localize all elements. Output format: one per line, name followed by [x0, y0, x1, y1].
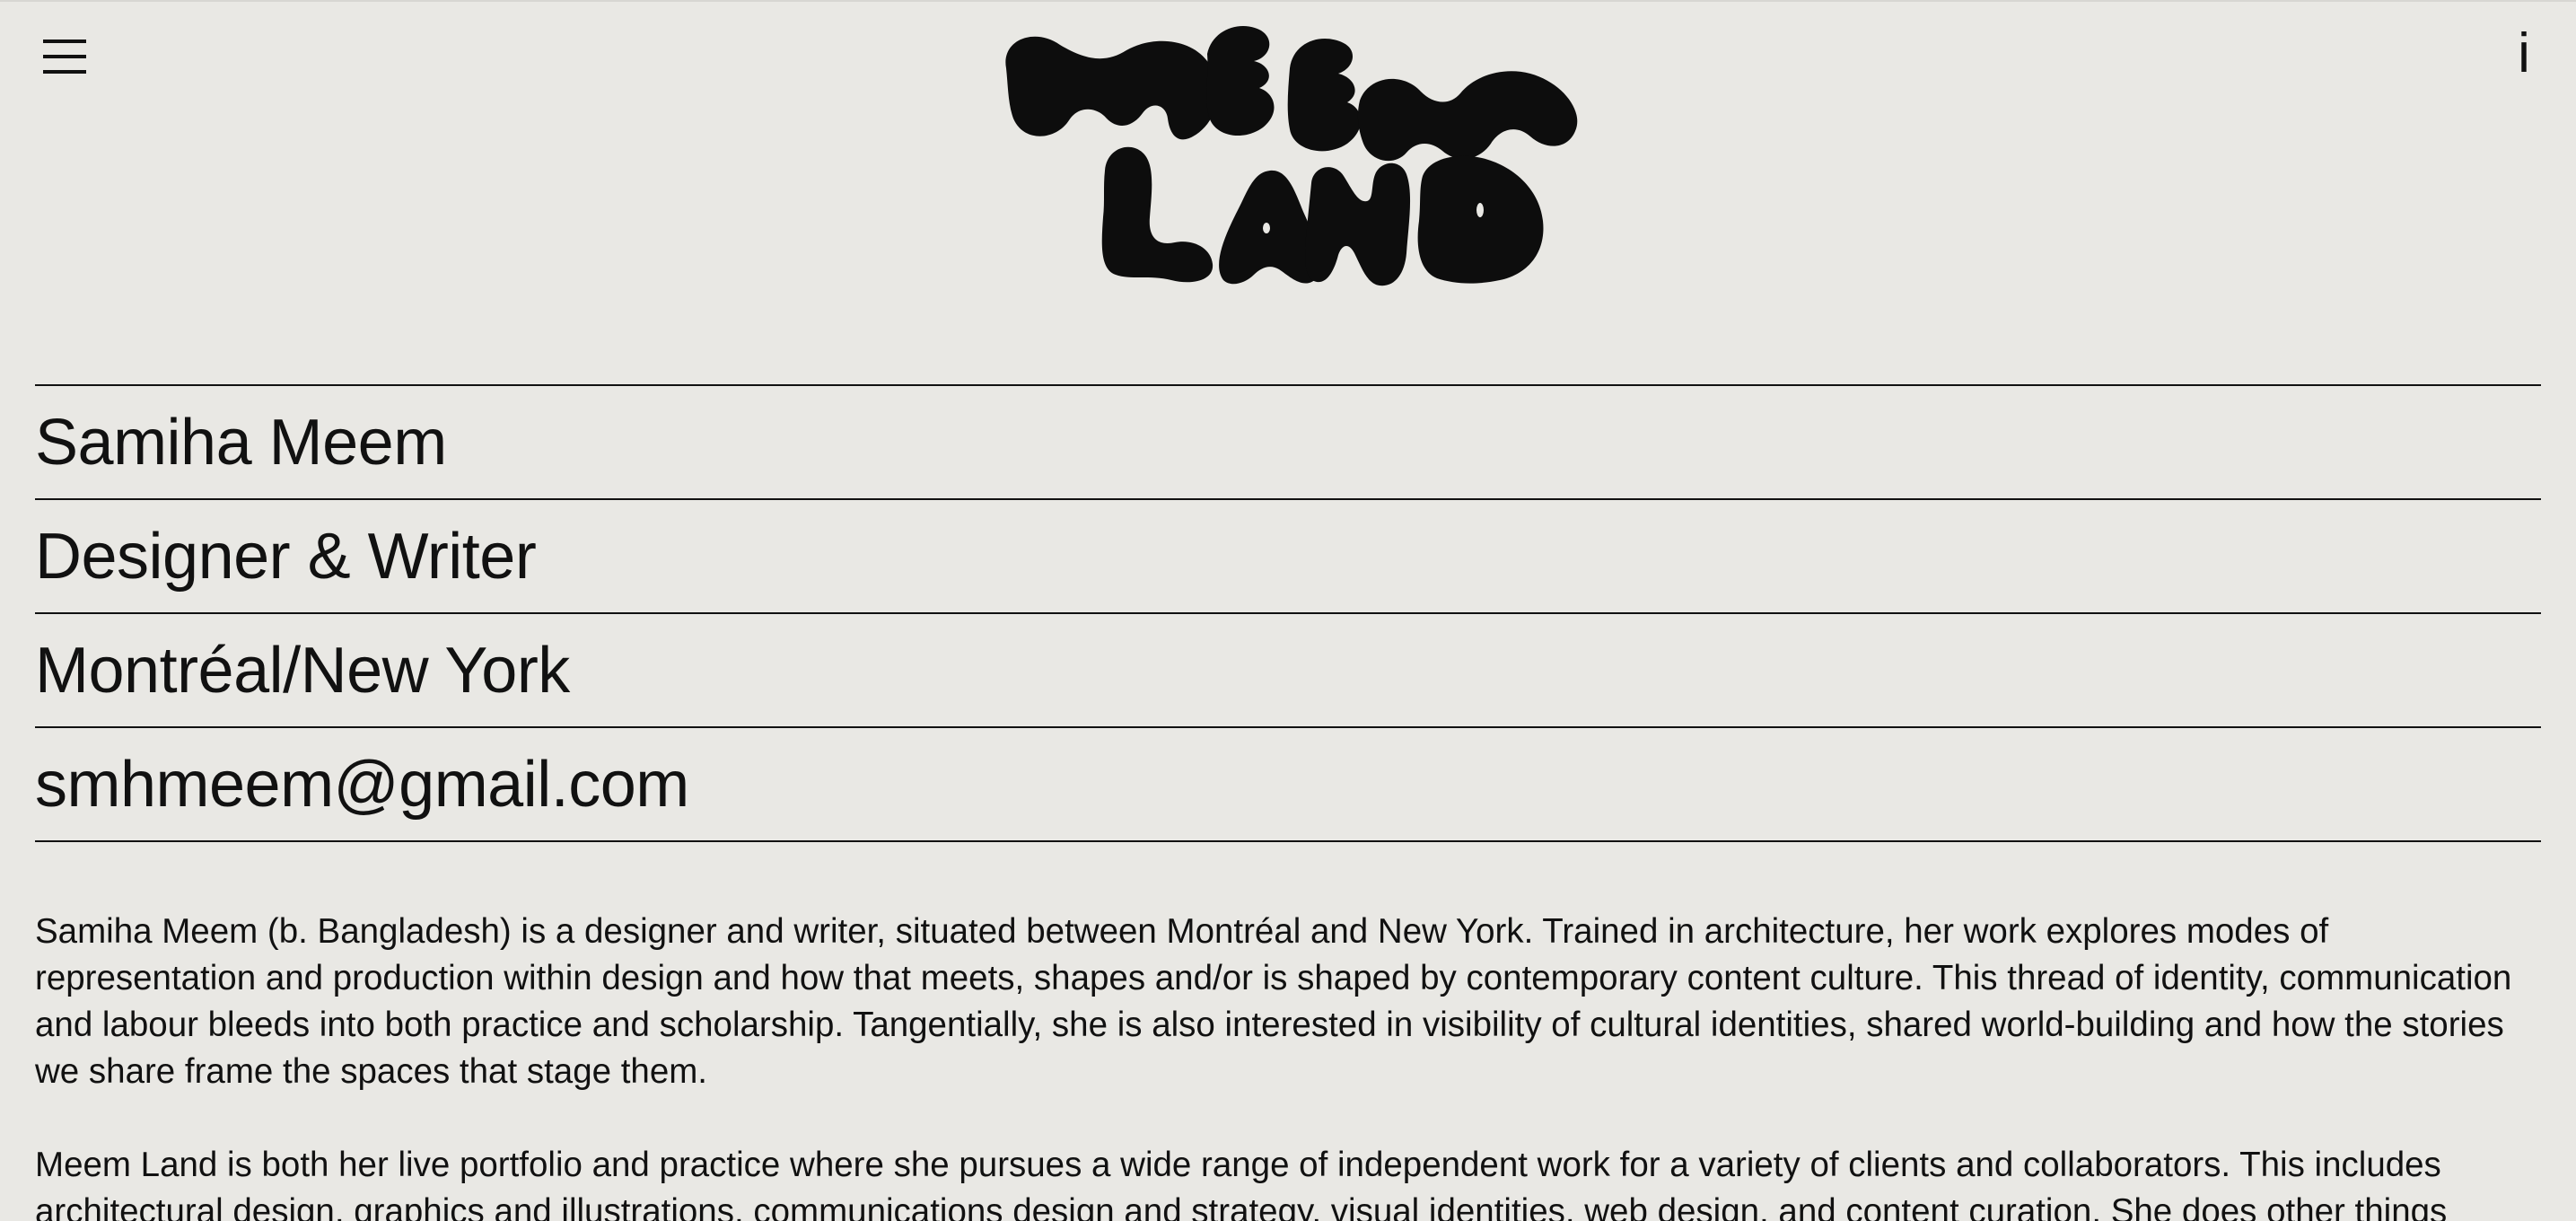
- profile-location: Montréal/New York: [35, 614, 2541, 728]
- page: i Samiha Meem Designer & Writer Montréal…: [0, 0, 2576, 1221]
- bio-section: Samiha Meem (b. Bangladesh) is a designe…: [35, 909, 2541, 1221]
- menu-bar: [43, 55, 86, 58]
- profile-info-list: Samiha Meem Designer & Writer Montréal/N…: [35, 384, 2541, 842]
- menu-bar: [43, 70, 86, 74]
- top-divider: [0, 0, 2576, 2]
- bio-paragraph-2: Meem Land is both her live portfolio and…: [35, 1146, 2448, 1221]
- profile-name: Samiha Meem: [35, 386, 2541, 500]
- hamburger-menu-icon[interactable]: [36, 32, 90, 83]
- profile-role: Designer & Writer: [35, 500, 2541, 614]
- email-link[interactable]: smhmeem@gmail.com: [35, 752, 689, 817]
- logo-mark: [1005, 26, 1578, 286]
- profile-email-row: smhmeem@gmail.com: [35, 728, 2541, 842]
- info-button[interactable]: i: [2506, 18, 2542, 90]
- meem-land-logo[interactable]: [1001, 18, 1580, 287]
- menu-bar: [43, 40, 86, 43]
- bio-paragraph-1: Samiha Meem (b. Bangladesh) is a designe…: [35, 912, 2512, 1091]
